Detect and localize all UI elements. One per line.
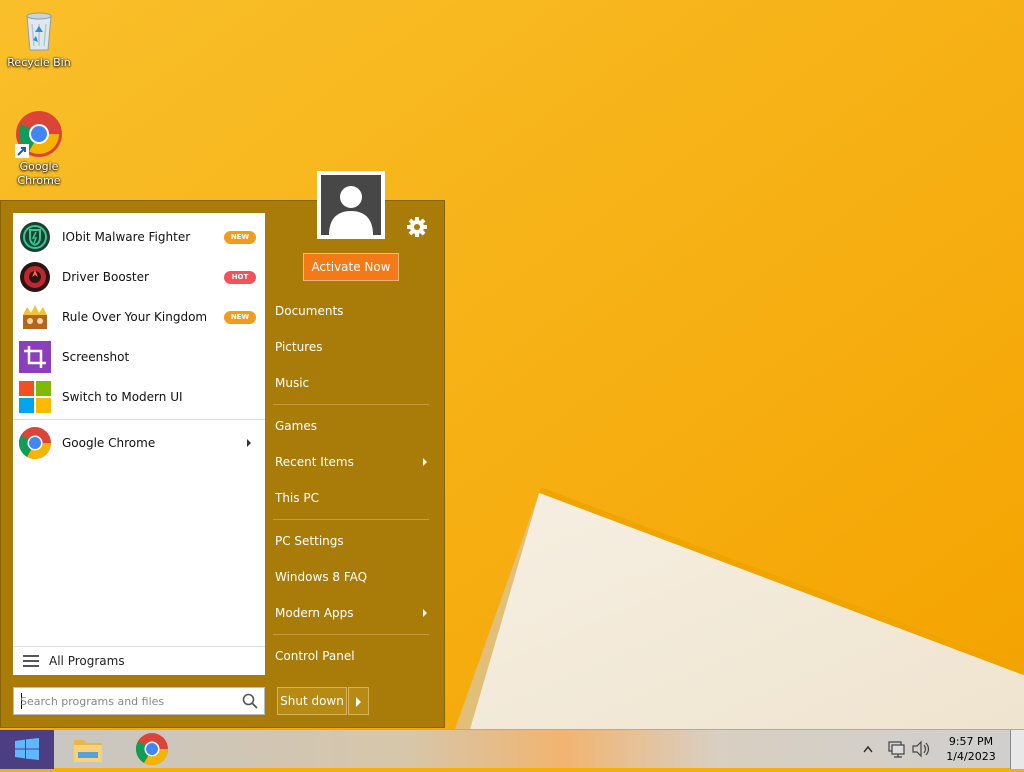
all-programs-label: All Programs: [49, 654, 125, 668]
search-box[interactable]: [13, 687, 265, 715]
crop-screenshot-icon: [19, 341, 51, 373]
submenu-arrow-icon: [423, 458, 427, 466]
start-button[interactable]: [0, 730, 54, 769]
new-badge: NEW: [224, 231, 256, 244]
program-iobit-malware-fighter[interactable]: IObit Malware Fighter NEW: [13, 217, 265, 257]
driver-booster-icon: [19, 261, 51, 293]
desktop-icon-recycle-bin[interactable]: Recycle Bin: [3, 6, 75, 70]
menu-item-label: Recent Items: [275, 455, 354, 469]
clock-time: 9:57 PM: [948, 735, 994, 748]
show-desktop-button[interactable]: [1010, 730, 1024, 769]
chrome-icon: [15, 110, 63, 158]
taskbar-file-explorer[interactable]: [58, 730, 118, 769]
submenu-arrow-icon: [423, 609, 427, 617]
settings-gear-icon[interactable]: [406, 216, 428, 238]
desktop-icon-label: Recycle Bin: [7, 56, 71, 69]
network-tray-icon[interactable]: [886, 730, 906, 769]
user-avatar[interactable]: [317, 171, 385, 239]
taskbar-google-chrome[interactable]: [122, 730, 182, 769]
program-screenshot[interactable]: Screenshot: [13, 337, 265, 377]
menu-item-label: Documents: [275, 304, 344, 318]
user-silhouette-icon: [329, 186, 373, 235]
search-icon[interactable]: [242, 693, 258, 709]
menu-divider: [273, 404, 429, 405]
menu-item-documents[interactable]: Documents: [267, 294, 435, 328]
menu-item-this-pc[interactable]: This PC: [267, 481, 435, 515]
menu-item-label: Pictures: [275, 340, 323, 354]
speaker-icon: [912, 740, 930, 758]
chrome-icon: [18, 427, 52, 460]
menu-item-modern-apps[interactable]: Modern Apps: [267, 596, 435, 630]
volume-tray-icon[interactable]: [910, 730, 932, 769]
new-badge: NEW: [224, 311, 256, 324]
menu-divider: [273, 519, 429, 520]
menu-item-label: Music: [275, 376, 310, 390]
show-hidden-icons-button[interactable]: [860, 730, 876, 769]
menu-divider: [273, 634, 429, 635]
program-driver-booster[interactable]: Driver Booster HOT: [13, 257, 265, 297]
program-label: Switch to Modern UI: [62, 390, 183, 404]
menu-item-pc-settings[interactable]: PC Settings: [267, 524, 435, 558]
recycle-bin-icon: [15, 6, 63, 54]
program-list: IObit Malware Fighter NEW Driver Booster…: [13, 213, 265, 675]
menu-item-games[interactable]: Games: [267, 409, 435, 443]
windows-tiles-icon: [19, 381, 51, 413]
chevron-up-icon: [863, 745, 873, 753]
start-menu: Activate Now IObit Malware Fighter NEW D…: [0, 171, 445, 728]
menu-item-label: This PC: [275, 491, 319, 505]
desktop-icon-label: Google Chrome: [17, 160, 61, 187]
menu-item-label: Control Panel: [275, 649, 355, 663]
shut-down-options-button[interactable]: [348, 687, 369, 715]
menu-item-music[interactable]: Music: [267, 366, 435, 400]
menu-item-label: PC Settings: [275, 534, 344, 548]
system-clock[interactable]: 9:57 PM 1/4/2023: [936, 734, 1006, 764]
search-input[interactable]: [20, 692, 230, 710]
hamburger-icon: [23, 655, 39, 667]
submenu-arrow-icon: [247, 439, 251, 447]
program-list-divider: [13, 419, 265, 420]
menu-item-label: Games: [275, 419, 317, 433]
activate-now-button[interactable]: Activate Now: [303, 253, 399, 281]
kingdom-game-icon: [19, 301, 51, 333]
chevron-right-icon: [356, 697, 361, 707]
network-icon: [888, 741, 905, 758]
iobit-malware-fighter-icon: [19, 221, 51, 253]
menu-item-control-panel[interactable]: Control Panel: [267, 639, 435, 673]
program-google-chrome[interactable]: Google Chrome: [13, 423, 265, 463]
all-programs-button[interactable]: All Programs: [13, 646, 265, 675]
shut-down-button[interactable]: Shut down: [277, 687, 347, 715]
menu-item-pictures[interactable]: Pictures: [267, 330, 435, 364]
menu-item-label: Windows 8 FAQ: [275, 570, 368, 584]
program-label: Screenshot: [62, 350, 130, 364]
folder-icon: [74, 740, 102, 762]
menu-item-label: Modern Apps: [275, 606, 354, 620]
program-label: Google Chrome: [62, 436, 156, 450]
hot-badge: HOT: [224, 271, 256, 284]
desktop-icon-google-chrome[interactable]: Google Chrome: [3, 110, 75, 188]
program-switch-to-modern-ui[interactable]: Switch to Modern UI: [13, 377, 265, 417]
taskbar: 9:57 PM 1/4/2023: [0, 729, 1024, 769]
windows-logo-icon: [15, 738, 39, 760]
clock-date: 1/4/2023: [946, 750, 996, 763]
menu-item-recent-items[interactable]: Recent Items: [267, 445, 435, 479]
chrome-icon: [135, 733, 169, 766]
program-rule-over-your-kingdom[interactable]: Rule Over Your Kingdom NEW: [13, 297, 265, 337]
menu-item-windows-8-faq[interactable]: Windows 8 FAQ: [267, 560, 435, 594]
